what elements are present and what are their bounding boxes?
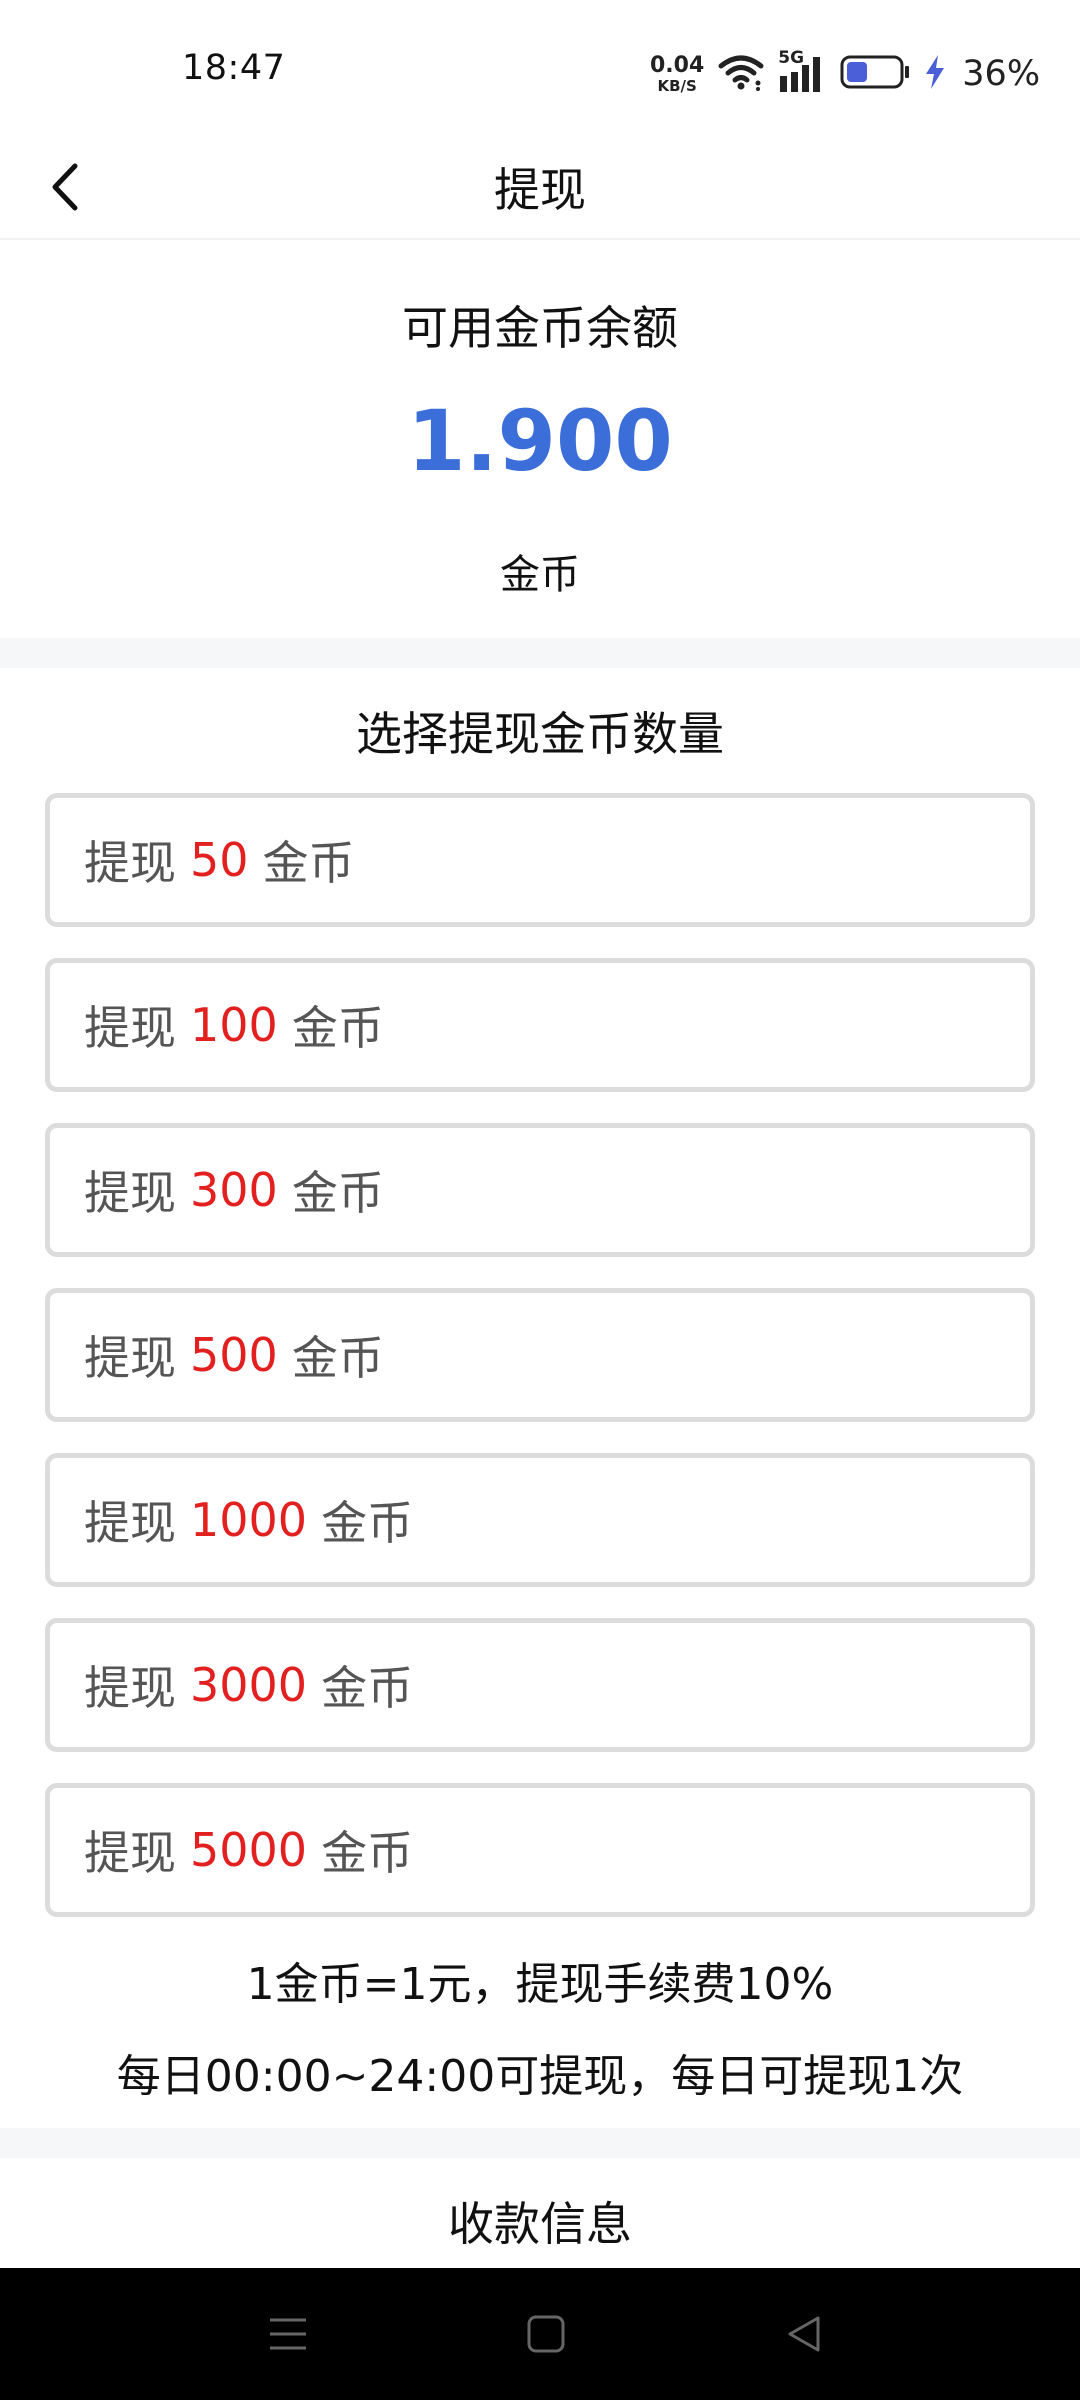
withdraw-option-300[interactable]: 提现 300 金币 [45, 1123, 1035, 1257]
battery-icon [840, 54, 910, 94]
menu-icon [270, 2318, 306, 2350]
option-prefix: 提现 [84, 1826, 176, 1880]
withdraw-options: 提现 50 金币 提现 100 金币 提现 300 金币 提现 500 金币 提… [45, 793, 1035, 1948]
section-divider [0, 2128, 1080, 2158]
option-suffix: 金币 [291, 1166, 384, 1220]
status-icons: 0.04 KB/S 5G 36% [650, 48, 1041, 98]
exchange-rate-note: 1金币=1元，提现手续费10% [246, 1959, 834, 2010]
option-amount: 300 [190, 1163, 278, 1217]
balance-card: 可用金币余额 1.900 金币 [0, 242, 1080, 638]
option-prefix: 提现 [84, 1166, 176, 1220]
option-suffix: 金币 [291, 1331, 384, 1385]
withdraw-time-note: 每日00:00~24:00可提现，每日可提现1次 [116, 2051, 964, 2102]
wifi-icon [718, 53, 764, 95]
withdraw-option-50[interactable]: 提现 50 金币 [45, 793, 1035, 927]
status-bar: 18:47 0.04 KB/S 5G 36% [0, 0, 1080, 130]
option-amount: 3000 [190, 1658, 308, 1712]
withdraw-option-100[interactable]: 提现 100 金币 [45, 958, 1035, 1092]
page-title: 提现 [494, 163, 586, 217]
option-prefix: 提现 [84, 836, 176, 890]
balance-label: 可用金币余额 [402, 301, 678, 355]
option-amount: 1000 [190, 1493, 308, 1547]
option-prefix: 提现 [84, 1496, 176, 1550]
balance-value: 1.900 [407, 392, 673, 490]
option-amount: 500 [190, 1328, 278, 1382]
payee-title: 收款信息 [448, 2197, 632, 2251]
option-suffix: 金币 [321, 1826, 414, 1880]
net-speed-value: 0.04 [650, 52, 705, 78]
option-prefix: 提现 [84, 1001, 176, 1055]
withdraw-option-1000[interactable]: 提现 1000 金币 [45, 1453, 1035, 1587]
top-bar: 提现 [0, 130, 1080, 240]
nav-back-button[interactable] [774, 2304, 834, 2364]
option-amount: 5000 [190, 1823, 308, 1877]
charging-bolt-icon [924, 54, 946, 94]
home-square-icon [527, 2315, 565, 2353]
option-amount: 50 [190, 833, 249, 887]
back-triangle-icon [788, 2316, 820, 2352]
section-divider [0, 638, 1080, 668]
net-speed-unit: KB/S [657, 76, 697, 95]
withdraw-option-500[interactable]: 提现 500 金币 [45, 1288, 1035, 1422]
withdraw-title: 选择提现金币数量 [356, 707, 724, 761]
option-suffix: 金币 [291, 1001, 384, 1055]
option-amount: 100 [190, 998, 278, 1052]
nav-menu-button[interactable] [258, 2304, 318, 2364]
net-speed: 0.04 KB/S [650, 52, 705, 95]
balance-unit: 金币 [500, 552, 580, 598]
battery-percent: 36% [962, 54, 1041, 94]
withdraw-option-3000[interactable]: 提现 3000 金币 [45, 1618, 1035, 1752]
status-time: 18:47 [182, 48, 286, 88]
withdraw-option-5000[interactable]: 提现 5000 金币 [45, 1783, 1035, 1917]
option-suffix: 金币 [262, 836, 355, 890]
option-suffix: 金币 [321, 1661, 414, 1715]
option-prefix: 提现 [84, 1331, 176, 1385]
option-suffix: 金币 [321, 1496, 414, 1550]
signal-icon: 5G [778, 48, 826, 94]
nav-home-button[interactable] [516, 2304, 576, 2364]
system-nav-bar [0, 2268, 1080, 2400]
option-prefix: 提现 [84, 1661, 176, 1715]
payee-section: 收款信息 [0, 2158, 1080, 2268]
withdraw-section: 选择提现金币数量 提现 50 金币 提现 100 金币 提现 300 金币 提现… [0, 668, 1080, 2128]
